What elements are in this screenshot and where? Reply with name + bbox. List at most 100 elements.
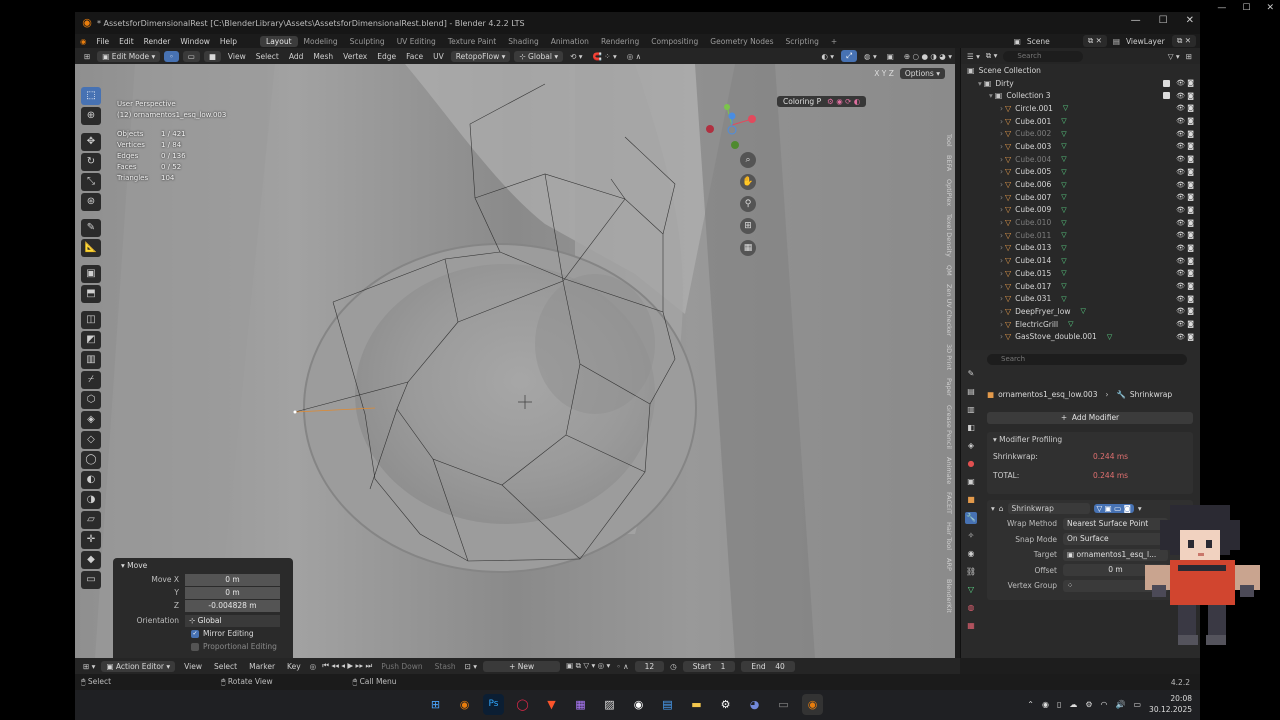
tab-compositing[interactable]: Compositing	[645, 36, 704, 47]
tab-sculpting[interactable]: Sculpting	[344, 36, 391, 47]
outliner-object-row[interactable]: › ▽ Cube.002 ▽ 👁 ◙	[961, 127, 1200, 140]
zoom-icon[interactable]: ⌕	[740, 152, 756, 168]
tray-steam-icon[interactable]: ◉	[1042, 700, 1049, 709]
collection-checkbox[interactable]	[1163, 92, 1170, 100]
mirror-editing-checkbox[interactable]: ✓ Mirror Editing	[113, 627, 293, 640]
edge-select-icon[interactable]: ▭	[182, 50, 200, 62]
menu-edge[interactable]: Edge	[374, 52, 399, 61]
expand-arrow-icon[interactable]: ›	[1000, 294, 1003, 303]
n-tab[interactable]: Grease Pencil	[945, 405, 953, 449]
outliner-filter-mode-icon[interactable]: ⧉ ▾	[986, 51, 998, 61]
expand-arrow-icon[interactable]: ›	[1000, 167, 1003, 176]
tray-chevron-icon[interactable]: ⌃	[1027, 700, 1034, 709]
outliner-object-row[interactable]: › ▽ Cube.031 ▽ 👁 ◙	[961, 292, 1200, 305]
tool-properties-icon[interactable]: ✎	[965, 368, 977, 380]
outliner-object-row[interactable]: › ▽ Cube.005 ▽ 👁 ◙	[961, 166, 1200, 179]
n-tab[interactable]: Texel Density	[945, 214, 953, 257]
data-properties-icon[interactable]: ▽	[965, 584, 977, 596]
tab-uv-editing[interactable]: UV Editing	[391, 36, 442, 47]
timeline-menu-marker[interactable]: Marker	[246, 662, 278, 671]
discord-icon[interactable]: ◕	[744, 694, 765, 715]
measure-icon[interactable]: 📐	[81, 239, 101, 257]
n-tab[interactable]: OptiPlex	[945, 179, 953, 206]
outliner-collection-row[interactable]: ▾ ▣ Collection 3 👁 ◙	[961, 89, 1200, 102]
expand-arrow-icon[interactable]: ▾	[978, 79, 982, 88]
outliner-object-row[interactable]: › ▽ ElectricGrill ▽ 👁 ◙	[961, 318, 1200, 331]
outliner-filter-icon[interactable]: ▽ ▾	[1168, 52, 1180, 61]
annotate-icon[interactable]: ✎	[81, 219, 101, 237]
add-modifier-button[interactable]: + Add Modifier	[987, 412, 1193, 424]
action-editor-dropdown[interactable]: ▣ Action Editor ▾	[101, 660, 176, 672]
shading-modes-icon[interactable]: ⊕ ○ ● ◑ ◕ ▾	[901, 52, 955, 61]
timeline-editor-icon[interactable]: ⊞ ▾	[83, 662, 95, 671]
menu-add[interactable]: Add	[286, 52, 307, 61]
outliner-object-row[interactable]: › ▽ DeepFryer_low ▽ 👁 ◙	[961, 305, 1200, 318]
menu-face[interactable]: Face	[403, 52, 426, 61]
cursor-icon[interactable]: ⊕	[81, 107, 101, 125]
start-frame-field[interactable]: Start 1	[682, 660, 736, 672]
camera-view-icon[interactable]: ⚲	[740, 196, 756, 212]
visibility-toggle-icon[interactable]: 👁 ◙	[1176, 117, 1194, 125]
collapse-icon[interactable]: ▾	[991, 504, 995, 513]
proportional-icon[interactable]: ◎ ∧	[624, 52, 644, 61]
expand-arrow-icon[interactable]: ›	[1000, 269, 1003, 278]
menu-uv[interactable]: UV	[430, 52, 447, 61]
expand-arrow-icon[interactable]: ›	[1000, 320, 1003, 329]
end-frame-field[interactable]: End 40	[741, 660, 795, 672]
shrink-fatten-icon[interactable]: ◐	[81, 471, 101, 489]
outliner-object-row[interactable]: › ▽ Cube.014 ▽ 👁 ◙	[961, 254, 1200, 267]
view-layer-icon[interactable]: ◧	[965, 422, 977, 434]
expand-arrow-icon[interactable]: ›	[1000, 129, 1003, 138]
tray-cloud-icon[interactable]: ☁	[1069, 700, 1077, 709]
navigation-gizmo[interactable]	[700, 99, 760, 154]
expand-arrow-icon[interactable]: ›	[1000, 193, 1003, 202]
outliner-object-row[interactable]: › ▽ Cube.006 ▽ 👁 ◙	[961, 178, 1200, 191]
push-pull-icon[interactable]: ◆	[81, 551, 101, 569]
outliner-object-row[interactable]: › ▽ Cube.003 ▽ 👁 ◙	[961, 140, 1200, 153]
expand-arrow-icon[interactable]: ›	[1000, 307, 1003, 316]
pivot-icon[interactable]: ⟲ ▾	[567, 52, 585, 61]
brave-icon[interactable]: ▼	[541, 694, 562, 715]
windows-start-icon[interactable]: ⊞	[425, 694, 446, 715]
tab-animation[interactable]: Animation	[545, 36, 595, 47]
photos-icon[interactable]: ▨	[599, 694, 620, 715]
github-icon[interactable]: ◉	[628, 694, 649, 715]
viewlayer-name[interactable]: ViewLayer	[1126, 37, 1166, 46]
outliner-object-row[interactable]: › ▽ Circle.001 ▽ 👁 ◙	[961, 102, 1200, 115]
add-cube-icon[interactable]: ▣	[81, 265, 101, 283]
tab-geometry-nodes[interactable]: Geometry Nodes	[704, 36, 779, 47]
scene-icon[interactable]: ▣	[1014, 37, 1021, 46]
expand-arrow-icon[interactable]: ›	[1000, 218, 1003, 227]
retopoflow-button[interactable]: RetopoFlow ▾	[450, 50, 511, 62]
loop-cut-icon[interactable]: ▥	[81, 351, 101, 369]
expand-arrow-icon[interactable]: ▾	[989, 91, 993, 100]
minimize-button[interactable]: —	[1131, 15, 1141, 26]
viewlayer-icon[interactable]: ▤	[1113, 37, 1120, 46]
n-tab[interactable]: FACEIT	[945, 492, 953, 514]
n-tab[interactable]: Hair Tool	[945, 522, 953, 550]
tray-gear-icon[interactable]: ⚙	[1085, 700, 1092, 709]
n-tab[interactable]: BlenderKit	[945, 579, 953, 613]
expand-arrow-icon[interactable]: ›	[1000, 231, 1003, 240]
render-properties-icon[interactable]: ▤	[965, 386, 977, 398]
bevel-icon[interactable]: ◩	[81, 331, 101, 349]
coloring-tools-icon[interactable]: ⚙ ◉ ⟳ ◐	[827, 97, 860, 106]
gizmo-toggle-icon[interactable]: ⤢	[841, 50, 858, 62]
modifier-display-toggles[interactable]: ▽ ▣ ▭ ◙	[1093, 503, 1134, 513]
visibility-toggle-icon[interactable]: 👁 ◙	[1176, 193, 1194, 201]
blender-running-icon[interactable]: ◉	[802, 694, 823, 715]
new-collection-icon[interactable]: ⊞	[1186, 52, 1192, 61]
move-tool-icon[interactable]: ✥	[81, 133, 101, 151]
notes-icon[interactable]: ▤	[657, 694, 678, 715]
n-tab[interactable]: ARP	[945, 558, 953, 571]
properties-search[interactable]: Search	[987, 354, 1187, 365]
playback-controls[interactable]: ⏮ ◂◂ ◂ ▶ ▸▸ ⏭	[322, 661, 372, 671]
knife-project-icon[interactable]: ✛	[81, 531, 101, 549]
rotate-tool-icon[interactable]: ↻	[81, 153, 101, 171]
add-workspace-icon[interactable]: +	[825, 36, 843, 47]
menu-edit[interactable]: Edit	[114, 37, 139, 46]
visibility-toggle-icon[interactable]: 👁 ◙	[1176, 231, 1194, 239]
opera-icon[interactable]: ◯	[512, 694, 533, 715]
action-browse-icon[interactable]: ⊡ ▾	[465, 662, 477, 671]
settings-icon[interactable]: ⚙	[715, 694, 736, 715]
